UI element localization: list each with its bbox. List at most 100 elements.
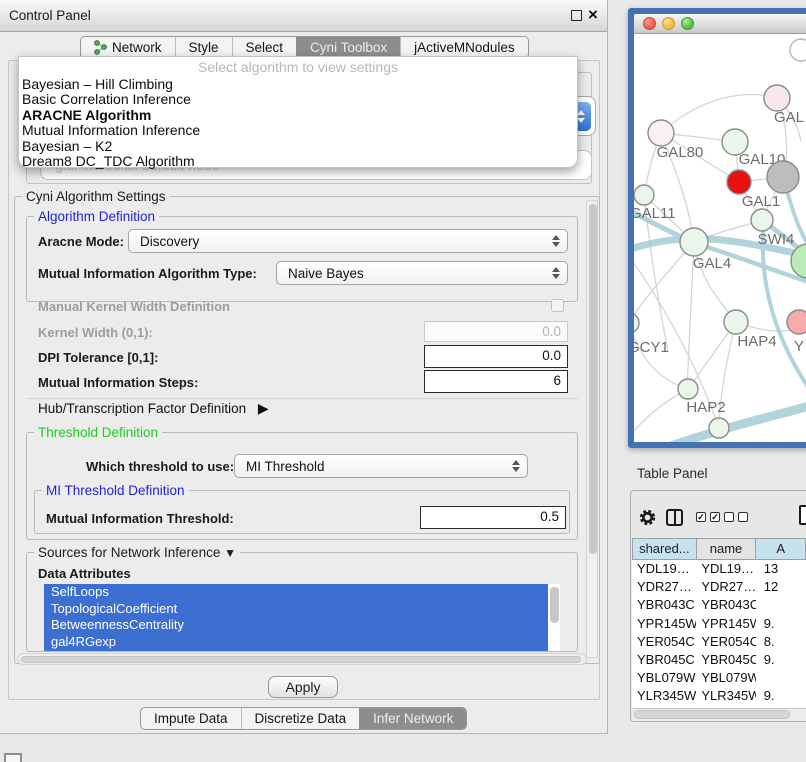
- data-attributes-list[interactable]: SelfLoopsTopologicalCoefficientBetweenne…: [44, 584, 560, 651]
- tab-select[interactable]: Select: [232, 37, 297, 58]
- minimize-traffic-light-icon[interactable]: [662, 17, 675, 30]
- table-cell[interactable]: YER054C: [696, 633, 755, 651]
- table-row[interactable]: YDL19…YDL19…13: [632, 560, 806, 578]
- manual-kernel-checkbox[interactable]: [551, 299, 564, 312]
- table-row[interactable]: YBR045CYBR045C9.: [632, 651, 806, 669]
- attribute-item[interactable]: SelfLoops: [44, 584, 548, 601]
- mi-steps-field[interactable]: 6: [424, 370, 568, 393]
- dpi-tolerance-field[interactable]: 0.0: [424, 345, 568, 368]
- columns-icon[interactable]: [666, 509, 683, 526]
- table-cell[interactable]: 12: [756, 578, 806, 596]
- close-traffic-light-icon[interactable]: [643, 17, 656, 30]
- attribute-item[interactable]: TopologicalCoefficient: [44, 601, 548, 618]
- tab-style[interactable]: Style: [175, 37, 232, 58]
- table-row[interactable]: YBL079WYBL079W: [632, 669, 806, 687]
- table-row[interactable]: YLR345WYLR345W9.: [632, 687, 806, 705]
- tab-jactivemnodules[interactable]: jActiveMNodules: [400, 37, 528, 58]
- table-cell[interactable]: YLR345W: [632, 687, 696, 705]
- network-node[interactable]: [709, 418, 729, 438]
- table-cell[interactable]: [756, 669, 806, 687]
- column-header-shared-name[interactable]: shared...: [632, 538, 697, 560]
- algorithm-option[interactable]: Basic Correlation Inference: [19, 92, 577, 107]
- close-icon[interactable]: ×: [588, 5, 598, 25]
- unselect-all-checks-icon[interactable]: [724, 512, 748, 522]
- tab-discretize-data[interactable]: Discretize Data: [241, 708, 360, 729]
- float-window-icon[interactable]: [571, 10, 582, 21]
- column-header-partial[interactable]: A: [756, 538, 806, 560]
- zoom-traffic-light-icon[interactable]: [681, 17, 694, 30]
- which-threshold-select[interactable]: MI Threshold: [234, 454, 528, 478]
- mi-type-select[interactable]: Naive Bayes: [276, 261, 568, 285]
- tab-infer-network[interactable]: Infer Network: [359, 708, 466, 729]
- table-cell[interactable]: YDR27…: [632, 578, 696, 596]
- expanded-arrow-icon[interactable]: ▼: [224, 546, 236, 560]
- table-row[interactable]: YDR27…YDR27…12: [632, 578, 806, 596]
- network-node[interactable]: [790, 39, 806, 61]
- tab-style-label: Style: [189, 40, 219, 55]
- select-all-checks-icon[interactable]: ✓✓: [696, 512, 720, 522]
- table-cell[interactable]: YPR145W: [696, 615, 755, 633]
- algorithm-option[interactable]: ARACNE Algorithm: [19, 108, 577, 123]
- network-node-gal11[interactable]: [634, 185, 654, 205]
- table-row[interactable]: YPR145WYPR145W9.: [632, 615, 806, 633]
- table-cell[interactable]: YDL19…: [632, 560, 696, 578]
- collapsed-arrow-icon[interactable]: ▶: [258, 400, 269, 416]
- table-cell[interactable]: YLR345W: [696, 687, 755, 705]
- table-cell[interactable]: 9.: [756, 615, 806, 633]
- table-cell[interactable]: 13: [756, 560, 806, 578]
- tab-impute-data[interactable]: Impute Data: [141, 708, 241, 729]
- network-canvas[interactable]: GALGAL80GAL10GAL1GAL11SWI4GAL4GCY1HAP4YH…: [634, 34, 806, 442]
- table-cell[interactable]: YBR043C: [696, 596, 755, 614]
- tab-cyni-toolbox[interactable]: Cyni Toolbox: [296, 37, 400, 58]
- node-label: SWI4: [758, 231, 795, 248]
- table-cell[interactable]: 8.: [756, 633, 806, 651]
- table-cell[interactable]: YDR27…: [696, 578, 755, 596]
- attribute-item[interactable]: BetweennessCentrality: [44, 617, 548, 634]
- table-cell[interactable]: 9.: [756, 651, 806, 669]
- attributes-scroll-thumb[interactable]: [550, 587, 559, 623]
- network-node-hap2[interactable]: [678, 379, 698, 399]
- network-node[interactable]: [767, 161, 799, 193]
- settings-scroll-thumb[interactable]: [589, 204, 597, 554]
- table-cell[interactable]: YBL079W: [632, 669, 696, 687]
- algorithm-option[interactable]: Dream8 DC_TDC Algorithm: [19, 154, 577, 169]
- table-row[interactable]: YBR043CYBR043C: [632, 596, 806, 614]
- aracne-mode-select[interactable]: Discovery: [128, 229, 568, 253]
- network-graph[interactable]: GALGAL80GAL10GAL1GAL11SWI4GAL4GCY1HAP4YH…: [634, 34, 806, 442]
- network-window-titlebar[interactable]: [634, 14, 806, 34]
- network-node-y[interactable]: [787, 310, 806, 334]
- network-node-swi4[interactable]: [751, 209, 773, 231]
- attribute-item[interactable]: gal4RGexp: [44, 634, 548, 651]
- table-cell[interactable]: YBR045C: [696, 651, 755, 669]
- table-hscroll-thumb[interactable]: [634, 710, 790, 719]
- table-cell[interactable]: YDL19…: [696, 560, 755, 578]
- table-cell[interactable]: [756, 596, 806, 614]
- network-node-gal[interactable]: [764, 85, 790, 111]
- table-cell[interactable]: YBR045C: [632, 651, 696, 669]
- table-cell[interactable]: YPR145W: [632, 615, 696, 633]
- network-node-gal80[interactable]: [648, 120, 674, 146]
- algorithm-option[interactable]: Mutual Information Inference: [19, 123, 577, 138]
- hscroll-thumb[interactable]: [21, 656, 581, 663]
- settings-horizontal-scrollbar[interactable]: [17, 653, 587, 665]
- settings-vertical-scrollbar[interactable]: [586, 200, 598, 658]
- table-cell[interactable]: 9.: [756, 687, 806, 705]
- table-cell[interactable]: YBL079W: [696, 669, 755, 687]
- network-node-gal4[interactable]: [680, 228, 708, 256]
- network-node-gcy1[interactable]: [634, 313, 639, 333]
- network-node-gal1[interactable]: [727, 170, 751, 194]
- table-row[interactable]: YER054CYER054C8.: [632, 633, 806, 651]
- kernel-width-field[interactable]: 0.0: [424, 321, 568, 342]
- table-cell[interactable]: YER054C: [632, 633, 696, 651]
- table-cell[interactable]: YBR043C: [632, 596, 696, 614]
- apply-button[interactable]: Apply: [268, 676, 338, 698]
- network-node-hap4[interactable]: [724, 310, 748, 334]
- algorithm-option[interactable]: Bayesian – K2: [19, 139, 577, 154]
- mi-threshold-field[interactable]: 0.5: [420, 506, 566, 529]
- tab-network[interactable]: Network: [81, 37, 175, 58]
- algorithm-option[interactable]: Bayesian – Hill Climbing: [19, 77, 577, 92]
- new-table-icon[interactable]: [799, 505, 806, 525]
- column-header-name[interactable]: name: [697, 538, 757, 560]
- gear-icon[interactable]: [638, 508, 657, 527]
- hub-definition-toggle[interactable]: Hub/Transcription Factor Definition ▶: [38, 400, 269, 417]
